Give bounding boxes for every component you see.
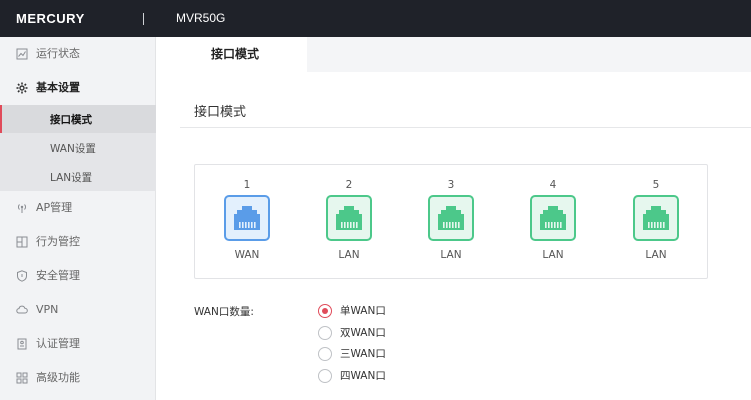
port-number: 5 — [652, 179, 660, 191]
port-number: 2 — [345, 179, 353, 191]
radio-single-wan[interactable]: 单WAN口 — [318, 303, 438, 319]
sidebar-item-advanced[interactable]: 高级功能 — [0, 361, 156, 395]
brand-logo: MERCURY — [16, 11, 85, 26]
device-model: MVR50G — [176, 11, 226, 25]
sidebar-item-basic-settings[interactable]: 基本设置 — [0, 71, 156, 105]
section-divider — [180, 127, 751, 128]
submenu-item-label: WAN设置 — [50, 143, 96, 155]
sidebar: 运行状态 基本设置 接口模式 WAN设置 LAN设置 AP管理 行为管控 安全管… — [0, 37, 156, 400]
port-4[interactable]: 4 LAN — [523, 179, 583, 269]
port-type: LAN — [645, 249, 667, 261]
shield-icon — [16, 270, 28, 282]
chart-icon — [16, 48, 28, 60]
sidebar-item-authentication[interactable]: 认证管理 — [0, 327, 156, 361]
wan-count-label: WAN口数量: — [194, 306, 254, 318]
sidebar-item-ap-management[interactable]: AP管理 — [0, 191, 156, 225]
auth-icon — [16, 338, 28, 350]
sidebar-item-label: 行为管控 — [36, 235, 80, 248]
port-2[interactable]: 2 LAN — [319, 179, 379, 269]
basic-settings-submenu: 接口模式 WAN设置 LAN设置 — [0, 105, 156, 191]
sidebar-item-status[interactable]: 运行状态 — [0, 37, 156, 71]
sidebar-item-label: 高级功能 — [36, 371, 80, 384]
sidebar-item-label: 基本设置 — [36, 81, 80, 94]
port-number: 3 — [447, 179, 455, 191]
top-header: MERCURY MVR50G — [0, 0, 751, 37]
port-3[interactable]: 3 LAN — [421, 179, 481, 269]
sidebar-item-label: AP管理 — [36, 201, 73, 214]
radio-quad-wan[interactable]: 四WAN口 — [318, 368, 438, 384]
cloud-icon — [16, 304, 28, 316]
radio-dual-wan[interactable]: 双WAN口 — [318, 325, 438, 341]
tab-bar: 接口模式 — [157, 37, 751, 72]
ethernet-port-icon — [326, 195, 372, 241]
sidebar-item-label: VPN — [36, 303, 59, 316]
sidebar-item-behavior-control[interactable]: 行为管控 — [0, 225, 156, 259]
ethernet-port-icon — [428, 195, 474, 241]
radio-label: 四WAN口 — [340, 370, 386, 382]
radio-circle[interactable] — [318, 369, 332, 383]
tab-interface-mode[interactable]: 接口模式 — [157, 37, 307, 72]
radio-circle[interactable] — [318, 347, 332, 361]
grid-icon — [16, 372, 28, 384]
radio-label: 三WAN口 — [340, 348, 386, 360]
submenu-item-interface-mode[interactable]: 接口模式 — [0, 105, 156, 133]
section-title: 接口模式 — [194, 105, 247, 120]
port-1[interactable]: 1 WAN — [217, 179, 277, 269]
ethernet-port-icon — [633, 195, 679, 241]
port-5[interactable]: 5 LAN — [626, 179, 686, 269]
sidebar-item-vpn[interactable]: VPN — [0, 293, 156, 327]
submenu-item-lan-settings[interactable]: LAN设置 — [0, 163, 156, 191]
port-type: WAN — [234, 249, 260, 261]
submenu-item-label: 接口模式 — [50, 114, 92, 126]
sidebar-item-label: 认证管理 — [36, 337, 80, 350]
sidebar-item-label: 运行状态 — [36, 47, 80, 60]
radio-circle[interactable] — [318, 304, 332, 318]
port-type: LAN — [542, 249, 564, 261]
port-type: LAN — [440, 249, 462, 261]
submenu-item-label: LAN设置 — [50, 172, 93, 184]
radio-label: 单WAN口 — [340, 305, 386, 317]
ap-icon — [16, 202, 28, 214]
port-type: LAN — [338, 249, 360, 261]
radio-triple-wan[interactable]: 三WAN口 — [318, 346, 438, 362]
tab-label: 接口模式 — [211, 47, 260, 61]
port-number: 4 — [549, 179, 557, 191]
ethernet-port-icon — [530, 195, 576, 241]
sidebar-item-label: 安全管理 — [36, 269, 80, 282]
gear-icon — [16, 82, 28, 94]
ports-panel: 1 WAN 2 LAN 3 LAN 4 LAN 5 LAN — [194, 164, 708, 279]
behavior-icon — [16, 236, 28, 248]
sidebar-item-security[interactable]: 安全管理 — [0, 259, 156, 293]
submenu-item-wan-settings[interactable]: WAN设置 — [0, 134, 156, 162]
ethernet-port-icon — [224, 195, 270, 241]
header-divider — [143, 13, 144, 25]
radio-label: 双WAN口 — [340, 327, 386, 339]
port-number: 1 — [243, 179, 251, 191]
radio-circle[interactable] — [318, 326, 332, 340]
